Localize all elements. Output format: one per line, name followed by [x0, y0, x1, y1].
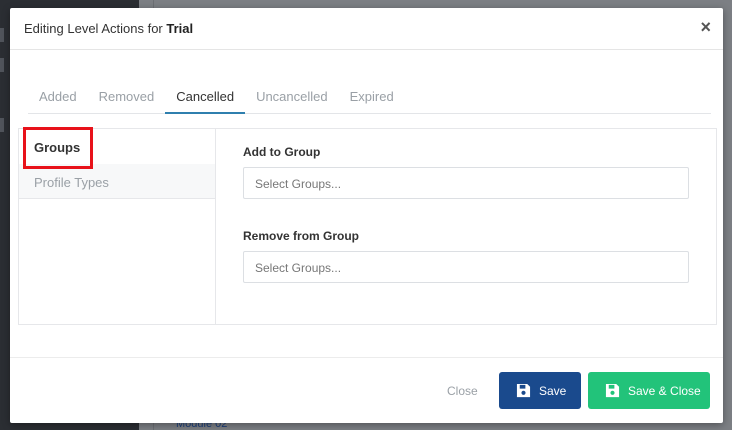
remove-from-group-select[interactable]: Select Groups...: [243, 251, 689, 283]
floppy-disk-icon: [516, 383, 531, 398]
tab-cancelled[interactable]: Cancelled: [165, 86, 246, 114]
add-to-group-label: Add to Group: [243, 145, 321, 159]
background-sidebar-marker: [0, 58, 4, 72]
save-and-close-button-label: Save & Close: [628, 383, 701, 398]
modal-footer: Close Save Save & Close: [10, 357, 723, 423]
modal-title: Editing Level Actions for Trial: [24, 21, 193, 36]
side-nav: Groups Profile Types: [19, 127, 216, 324]
side-nav-item-profile-types[interactable]: Profile Types: [19, 164, 215, 199]
edit-level-actions-modal: Editing Level Actions for Trial × Added …: [10, 8, 723, 423]
modal-title-prefix: Editing Level Actions for: [24, 21, 163, 36]
add-to-group-select[interactable]: Select Groups...: [243, 167, 689, 199]
modal-header: Editing Level Actions for Trial ×: [10, 8, 723, 50]
tab-uncancelled[interactable]: Uncancelled: [245, 86, 339, 114]
close-icon[interactable]: ×: [700, 18, 711, 36]
tab-expired[interactable]: Expired: [339, 86, 405, 114]
save-button[interactable]: Save: [499, 372, 581, 409]
tab-removed[interactable]: Removed: [88, 86, 166, 114]
tab-panel: Groups Profile Types Add to Group Select…: [18, 127, 717, 325]
remove-from-group-label: Remove from Group: [243, 229, 360, 243]
action-tabs: Added Removed Cancelled Uncancelled Expi…: [28, 86, 711, 114]
tab-added[interactable]: Added: [28, 86, 88, 114]
floppy-disk-icon: [605, 383, 620, 398]
background-sidebar-marker: [0, 118, 4, 132]
close-button[interactable]: Close: [447, 384, 478, 398]
side-nav-item-groups[interactable]: Groups: [19, 129, 215, 164]
save-button-label: Save: [539, 383, 567, 398]
background-sidebar-marker: [0, 28, 4, 42]
modal-title-level: Trial: [166, 21, 194, 36]
save-and-close-button[interactable]: Save & Close: [588, 372, 710, 409]
